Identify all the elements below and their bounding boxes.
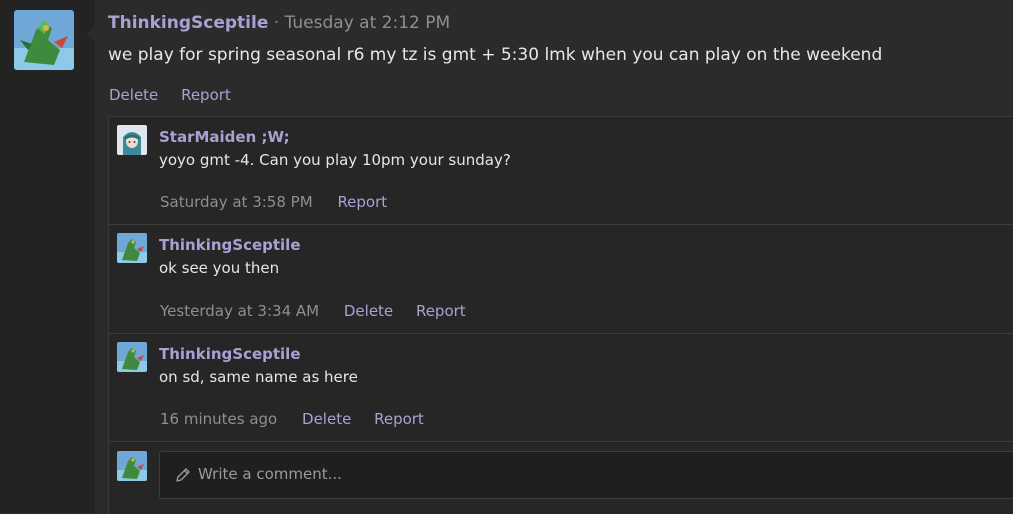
post-message: we play for spring seasonal r6 my tz is … bbox=[108, 45, 883, 65]
comment-item: StarMaiden ;W; yoyo gmt -4. Can you play… bbox=[109, 117, 1013, 225]
comment-meta: Saturday at 3:58 PM Report bbox=[160, 193, 405, 211]
delete-button[interactable]: Delete bbox=[302, 410, 351, 428]
report-button[interactable]: Report bbox=[416, 302, 466, 320]
avatar[interactable] bbox=[117, 233, 147, 263]
comment-timestamp[interactable]: Saturday at 3:58 PM bbox=[160, 193, 313, 211]
comment-username[interactable]: ThinkingSceptile bbox=[159, 236, 301, 254]
comment-text: ok see you then bbox=[159, 259, 280, 277]
comment-timestamp[interactable]: 16 minutes ago bbox=[160, 410, 277, 428]
left-gutter bbox=[0, 0, 95, 513]
avatar[interactable] bbox=[117, 125, 147, 155]
avatar[interactable] bbox=[117, 451, 147, 481]
comment-input[interactable]: Write a comment... bbox=[159, 451, 1013, 499]
pencil-icon bbox=[176, 468, 190, 482]
post-header: ThinkingSceptile · Tuesday at 2:12 PM bbox=[108, 12, 450, 34]
comment-placeholder: Write a comment... bbox=[198, 465, 342, 483]
comments-section: StarMaiden ;W; yoyo gmt -4. Can you play… bbox=[108, 116, 1013, 514]
comment-text: yoyo gmt -4. Can you play 10pm your sund… bbox=[159, 151, 511, 169]
avatar[interactable] bbox=[117, 342, 147, 372]
comment-text: on sd, same name as here bbox=[159, 368, 358, 386]
comment-username[interactable]: StarMaiden ;W; bbox=[159, 128, 290, 146]
header-separator: · bbox=[273, 13, 280, 33]
report-button[interactable]: Report bbox=[181, 86, 231, 104]
post-timestamp[interactable]: Tuesday at 2:12 PM bbox=[285, 13, 451, 33]
comment-timestamp[interactable]: Yesterday at 3:34 AM bbox=[160, 302, 319, 320]
post-username[interactable]: ThinkingSceptile bbox=[108, 13, 268, 33]
post-actions: Delete Report bbox=[109, 86, 249, 104]
comment-item: ThinkingSceptile on sd, same name as her… bbox=[109, 334, 1013, 442]
delete-button[interactable]: Delete bbox=[109, 86, 158, 104]
report-button[interactable]: Report bbox=[337, 193, 387, 211]
bubble-caret bbox=[86, 26, 95, 42]
comment-meta: 16 minutes ago Delete Report bbox=[160, 410, 442, 428]
report-button[interactable]: Report bbox=[374, 410, 424, 428]
delete-button[interactable]: Delete bbox=[344, 302, 393, 320]
comment-username[interactable]: ThinkingSceptile bbox=[159, 345, 301, 363]
comment-item: ThinkingSceptile ok see you then Yesterd… bbox=[109, 225, 1013, 334]
avatar[interactable] bbox=[14, 10, 74, 70]
comment-meta: Yesterday at 3:34 AM Delete Report bbox=[160, 302, 484, 320]
